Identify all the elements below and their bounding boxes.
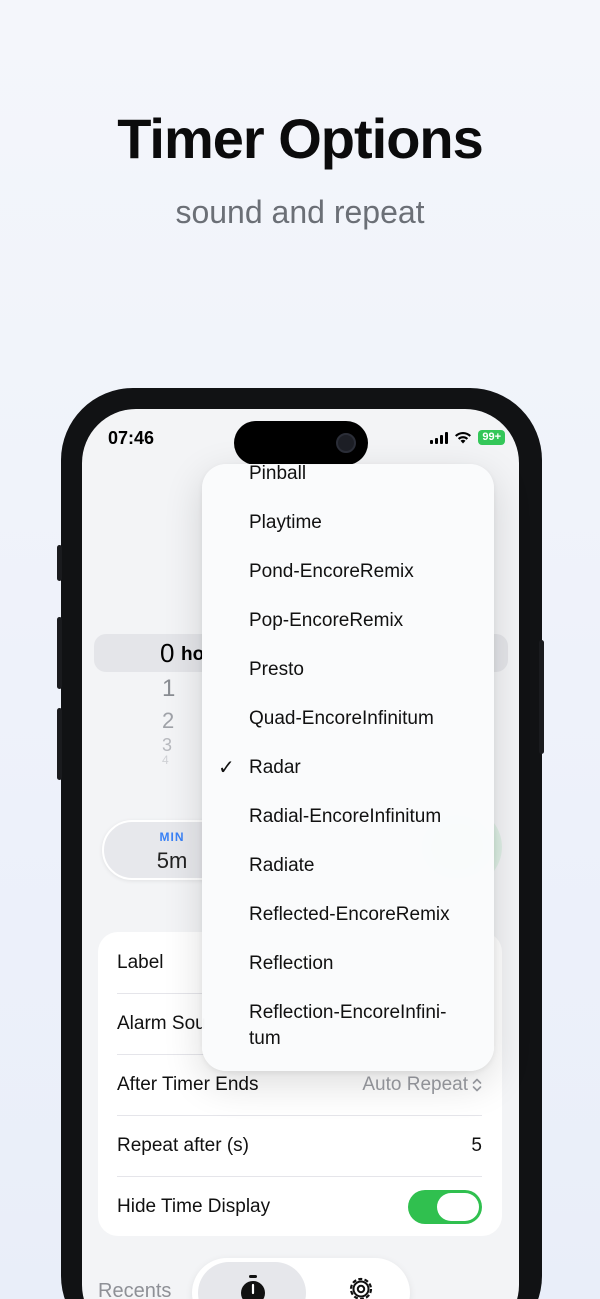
page-headline: Timer Options	[117, 107, 484, 170]
signal-icon	[430, 431, 449, 444]
after-timer-value[interactable]: Auto Repeat	[362, 1074, 482, 1096]
phone-button-power	[539, 640, 544, 754]
camera-icon	[336, 433, 356, 453]
picker-unit-label: ho	[181, 644, 205, 665]
phone-button-mute	[57, 545, 62, 581]
checkmark-icon: ✓	[218, 757, 235, 779]
picker-option[interactable]: 4	[162, 753, 169, 767]
after-timer-value-text: Auto Repeat	[362, 1073, 468, 1095]
phone-button-volume-up	[57, 617, 62, 689]
menu-item-radar[interactable]: Radar	[249, 755, 474, 781]
status-time: 07:46	[108, 428, 155, 448]
phone-button-volume-down	[57, 708, 62, 780]
menu-item-presto[interactable]: Presto	[249, 657, 474, 683]
status-indicators: 99+	[430, 430, 505, 445]
menu-item-playtime[interactable]: Playtime	[249, 510, 474, 536]
up-down-chevron-icon	[472, 1078, 482, 1091]
tab-timer[interactable]	[198, 1262, 306, 1299]
tab-bar	[192, 1258, 410, 1299]
wifi-icon	[455, 431, 472, 444]
hide-time-title: Hide Time Display	[117, 1195, 271, 1217]
repeat-after-value[interactable]: 5	[471, 1135, 482, 1157]
picker-option[interactable]: 1	[162, 675, 175, 703]
menu-item-radiate[interactable]: Radiate	[249, 853, 474, 879]
page-subheadline: sound and repeat	[175, 194, 425, 230]
picker-option[interactable]: 2	[162, 708, 174, 734]
dynamic-island	[234, 421, 368, 465]
hide-time-row: Hide Time Display	[117, 1176, 482, 1237]
menu-item-quad-encoreinfinitum[interactable]: Quad-EncoreInfinitum	[249, 706, 474, 732]
recents-heading: Recents	[98, 1280, 172, 1299]
label-row-title: Label	[117, 951, 164, 973]
menu-item-reflection-encoreinfinitum[interactable]: Reflection-EncoreInfini- tum	[249, 1000, 474, 1052]
toggle-knob	[437, 1192, 479, 1221]
gear-icon	[349, 1277, 373, 1299]
after-timer-title: After Timer Ends	[117, 1073, 259, 1095]
battery-icon: 99+	[478, 430, 505, 445]
menu-item-line-2: tum	[249, 1028, 281, 1049]
menu-item-pinball[interactable]: Pinball	[249, 464, 474, 487]
repeat-after-title: Repeat after (s)	[117, 1134, 249, 1156]
menu-item-pond-encoreremix[interactable]: Pond-EncoreRemix	[249, 559, 474, 585]
stopwatch-icon	[241, 1275, 265, 1299]
alarm-sound-menu: Pinball Playtime Pond-EncoreRemix Pop-En…	[202, 464, 494, 1071]
picker-selected-value: 0	[160, 638, 175, 668]
menu-item-reflected-encoreremix[interactable]: Reflected-EncoreRemix	[249, 902, 474, 928]
alarm-sound-title: Alarm Sou	[117, 1012, 206, 1034]
menu-item-reflection[interactable]: Reflection	[249, 951, 474, 977]
menu-item-pop-encoreremix[interactable]: Pop-EncoreRemix	[249, 608, 474, 634]
menu-item-line-1: Reflection-EncoreInfini-	[249, 1002, 447, 1023]
menu-item-radial-encoreinfinitum[interactable]: Radial-EncoreInfinitum	[249, 804, 474, 830]
hide-time-toggle[interactable]	[408, 1189, 482, 1224]
repeat-after-row[interactable]: Repeat after (s) 5	[117, 1115, 482, 1176]
tab-settings[interactable]	[316, 1262, 404, 1299]
